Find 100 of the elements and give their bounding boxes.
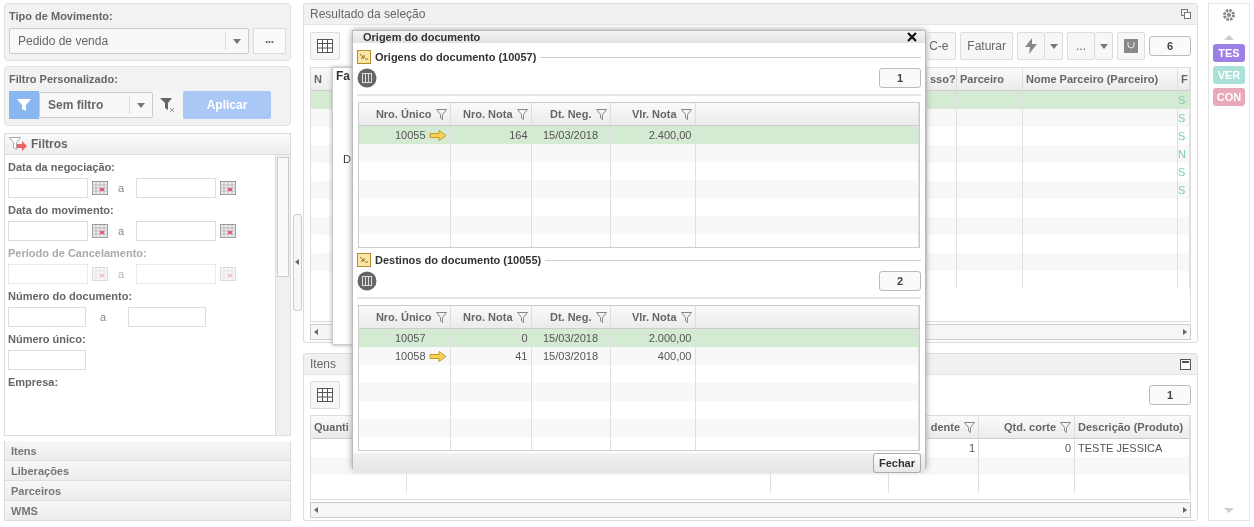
clear-filter-icon (160, 97, 176, 113)
restore-icon[interactable] (1181, 9, 1191, 19)
caret-icon (1099, 43, 1108, 49)
calendar-icon[interactable] (92, 181, 108, 195)
maximize-icon[interactable] (1180, 358, 1191, 370)
dropdown-button[interactable] (1095, 32, 1113, 60)
filter-icon[interactable] (595, 108, 607, 120)
tag-button[interactable]: TES (1213, 44, 1245, 62)
calendar-icon[interactable] (220, 224, 237, 238)
range-separator: a (118, 225, 125, 237)
caret-icon (1049, 43, 1058, 49)
number-field[interactable] (8, 307, 86, 327)
close-button[interactable]: Fechar (872, 453, 921, 473)
filter-icon[interactable] (680, 311, 692, 323)
accordion-header[interactable]: Parceiros (4, 481, 291, 501)
window-tab[interactable]: Fa (336, 69, 350, 83)
toolbar-button[interactable] (1117, 32, 1145, 60)
movement-type-select[interactable]: Pedido de venda (9, 28, 249, 54)
close-icon[interactable] (907, 32, 917, 42)
window-text: D (343, 153, 351, 165)
document-icon (357, 253, 371, 267)
invoice-button[interactable]: Faturar (960, 32, 1013, 60)
field-label: Número do documento: (8, 290, 134, 302)
lightning-icon (1025, 38, 1037, 54)
document-icon (357, 50, 371, 64)
table-cell: 41 (515, 350, 528, 362)
date-field[interactable] (8, 221, 88, 241)
table-cell: 1 (968, 442, 975, 454)
more-button[interactable]: ... (1067, 32, 1095, 60)
filter-icon[interactable] (435, 311, 447, 323)
accordion-header[interactable]: WMS (4, 501, 291, 521)
field-label: Filtro Personalizado: (9, 73, 119, 85)
table-cell: 2.400,00 (648, 129, 692, 141)
range-separator: a (100, 311, 107, 323)
number-field[interactable] (8, 350, 86, 370)
range-separator: a (118, 268, 125, 280)
column-header[interactable]: N (314, 73, 322, 85)
filter-icon[interactable] (435, 108, 447, 120)
table-cell: 10057 (394, 332, 426, 344)
number-field[interactable] (128, 307, 207, 327)
caret-icon (137, 102, 145, 108)
page-badge: 6 (1149, 36, 1191, 56)
page-badge: 1 (1149, 385, 1191, 405)
table-cell: 15/03/2018 (542, 350, 599, 362)
table-row[interactable]: 10057 0 15/03/2018 2.000,00 (359, 328, 919, 347)
page-badge: 1 (879, 68, 921, 88)
section-title: Origens do documento (10057) (375, 51, 537, 63)
table-cell: TESTE JESSICA (1078, 442, 1163, 454)
grid-button[interactable] (310, 32, 340, 60)
column-header[interactable]: Quanti (314, 421, 349, 433)
dropdown-button[interactable] (1045, 32, 1063, 60)
scrollbar[interactable] (275, 155, 290, 435)
grid-icon (317, 388, 333, 402)
filter-button[interactable] (9, 91, 39, 119)
collapse-handle[interactable] (292, 213, 302, 311)
more-button[interactable]: ••• (253, 28, 286, 54)
field-label: Número único: (8, 333, 87, 345)
table-cell: 0 (1064, 442, 1071, 454)
field-label: Data da negociação: (8, 161, 116, 173)
filter-select[interactable]: Sem filtro (39, 92, 153, 118)
filter-icon[interactable] (964, 421, 975, 433)
calendar-icon[interactable] (220, 181, 237, 195)
date-field[interactable] (8, 178, 88, 198)
field-label: Empresa: (8, 376, 60, 388)
calendar-icon[interactable] (92, 224, 108, 238)
scrollbar[interactable] (310, 502, 1191, 518)
filter-icon[interactable] (516, 311, 528, 323)
filter-icon[interactable] (595, 311, 607, 323)
column-header[interactable]: dente (930, 421, 960, 433)
date-field[interactable] (136, 221, 217, 241)
bag-icon (1124, 39, 1138, 53)
range-separator: a (118, 182, 125, 194)
table-cell: 164 (509, 129, 528, 141)
table-cell: 15/03/2018 (542, 129, 599, 141)
field-label: Data do movimento: (8, 204, 115, 216)
date-field[interactable] (136, 178, 217, 198)
panel-title: Resultado da seleção (310, 7, 426, 21)
filters-header[interactable]: Filtros (5, 134, 290, 155)
page-badge: 2 (879, 271, 921, 291)
table-row[interactable]: 10058 41 15/03/2018 400,00 (359, 347, 919, 365)
table-cell: 10055 (394, 129, 426, 141)
columns-button[interactable] (357, 271, 377, 291)
settings-icon[interactable] (1222, 8, 1236, 22)
filter-icon[interactable] (680, 108, 692, 120)
toolbar-button[interactable]: C-e (928, 32, 957, 60)
table-row[interactable]: 10055 164 15/03/2018 2.400,00 (359, 125, 919, 144)
panel-title: Itens (310, 357, 336, 371)
filter-icon[interactable] (516, 108, 528, 120)
table-cell: 15/03/2018 (542, 332, 599, 344)
columns-button[interactable] (357, 68, 377, 88)
action-button[interactable] (1017, 32, 1045, 60)
section-title: Destinos do documento (10055) (375, 254, 542, 266)
filter-icon[interactable] (1060, 421, 1071, 433)
field-label: Período de Cancelamento: (8, 247, 148, 259)
table-cell: 0 (521, 332, 528, 344)
accordion-header[interactable]: Liberações (4, 461, 291, 481)
accordion-header[interactable]: Itens (4, 441, 291, 461)
grid-icon (317, 39, 333, 53)
table-cell: 10058 (394, 350, 426, 362)
grid-button[interactable] (310, 381, 340, 409)
